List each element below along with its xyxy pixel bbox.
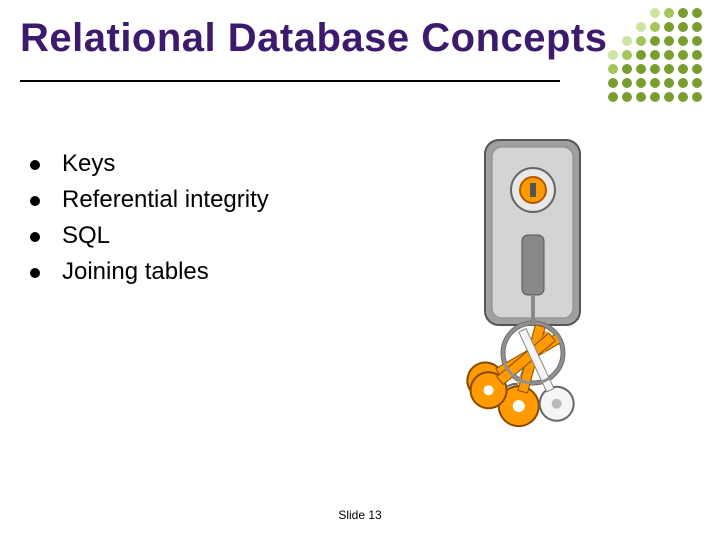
list-item: Referential integrity [30,186,390,214]
slide-title: Relational Database Concepts [20,16,608,61]
bullet-icon [30,232,40,242]
bullet-icon [30,160,40,170]
decorative-dot-grid [608,8,706,106]
slide: Relational Database Concepts Keys Refere… [0,0,720,540]
slide-number: Slide 13 [0,508,720,522]
bullet-text: Referential integrity [62,186,269,214]
keys-lock-icon [400,135,660,465]
list-item: SQL [30,222,390,250]
title-underline [20,80,560,82]
keys-lock-illustration [400,135,660,465]
bullet-text: Joining tables [62,258,209,286]
bullet-text: SQL [62,222,110,250]
bullet-icon [30,268,40,278]
list-item: Joining tables [30,258,390,286]
bullet-list: Keys Referential integrity SQL Joining t… [30,150,390,294]
bullet-icon [30,196,40,206]
bullet-text: Keys [62,150,115,178]
list-item: Keys [30,150,390,178]
